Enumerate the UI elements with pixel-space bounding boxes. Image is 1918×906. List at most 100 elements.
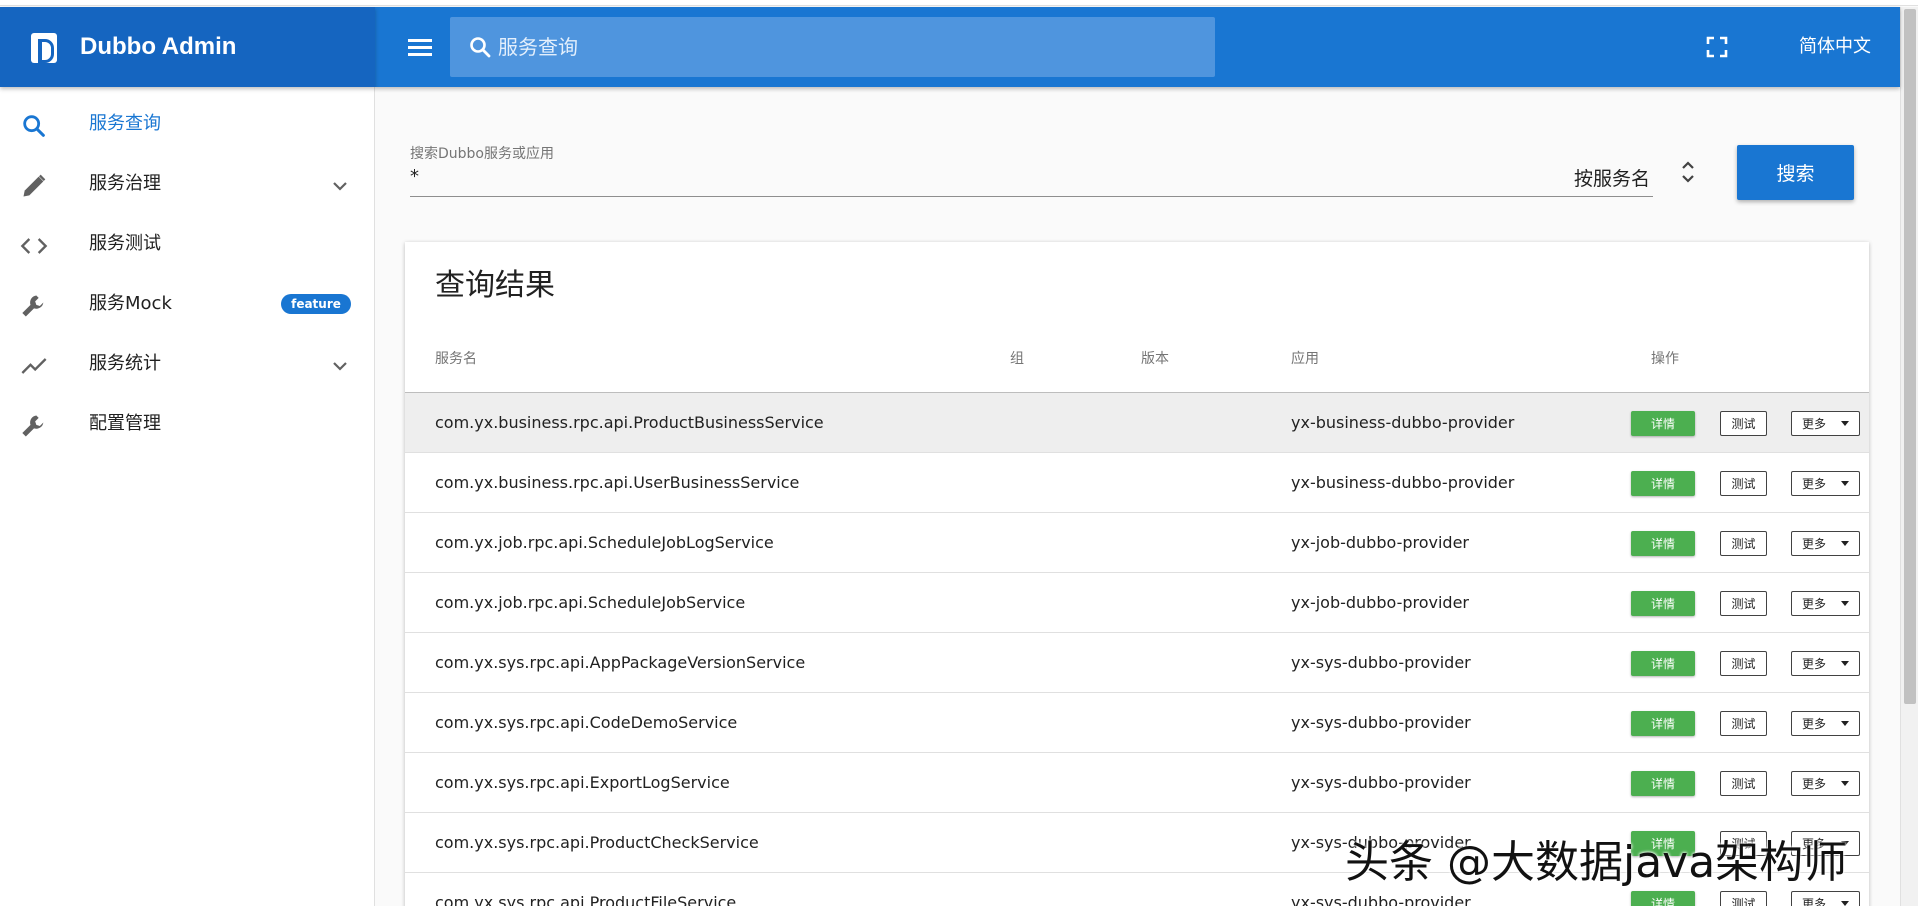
trending-icon	[21, 358, 47, 374]
test-button[interactable]: 测试	[1720, 471, 1767, 496]
app-name-cell: yx-job-dubbo-provider	[1291, 593, 1470, 612]
more-label: 更多	[1802, 657, 1827, 671]
more-dropdown-button[interactable]: 更多	[1791, 531, 1860, 556]
top-toolbar: 简体中文	[375, 7, 1900, 87]
chevron-down-icon[interactable]	[328, 174, 352, 198]
sidebar-item-label: 服务Mock	[89, 293, 172, 314]
test-button[interactable]: 测试	[1720, 651, 1767, 676]
sidebar: 服务查询 服务治理 服务测试 服务Mock feature 服务统计 配置管理	[0, 87, 375, 906]
test-button[interactable]: 测试	[1720, 711, 1767, 736]
column-header-version[interactable]: 版本	[1141, 348, 1169, 368]
caret-down-icon	[1841, 721, 1849, 726]
service-name-cell: com.yx.sys.rpc.api.CodeDemoService	[435, 713, 738, 732]
more-label: 更多	[1802, 537, 1827, 551]
search-button[interactable]: 搜索	[1737, 145, 1854, 200]
caret-down-icon	[1841, 421, 1849, 426]
detail-button[interactable]: 详情	[1631, 591, 1695, 616]
app-name-cell: yx-business-dubbo-provider	[1291, 473, 1515, 492]
dubbo-logo-icon	[31, 33, 57, 63]
search-icon	[23, 115, 45, 137]
test-button[interactable]: 测试	[1720, 891, 1767, 906]
more-dropdown-button[interactable]: 更多	[1791, 651, 1860, 676]
language-selector[interactable]: 简体中文	[1765, 27, 1905, 67]
more-dropdown-button[interactable]: 更多	[1791, 591, 1860, 616]
more-label: 更多	[1802, 417, 1827, 431]
column-header-app[interactable]: 应用	[1291, 348, 1319, 368]
table-row[interactable]: com.yx.business.rpc.api.UserBusinessServ…	[405, 453, 1869, 513]
wrench-icon	[22, 295, 44, 317]
results-title: 查询结果	[435, 268, 555, 303]
more-label: 更多	[1802, 777, 1827, 791]
service-name-cell: com.yx.sys.rpc.api.ExportLogService	[435, 773, 730, 792]
sidebar-item-service-statistics[interactable]: 服务统计	[0, 334, 375, 394]
top-search-input[interactable]	[498, 27, 1198, 67]
wrench-icon	[22, 415, 44, 437]
search-field-label: 搜索Dubbo服务或应用	[410, 146, 554, 162]
service-name-cell: com.yx.business.rpc.api.ProductBusinessS…	[435, 413, 824, 432]
column-header-service[interactable]: 服务名	[435, 348, 477, 368]
test-button[interactable]: 测试	[1720, 771, 1767, 796]
more-dropdown-button[interactable]: 更多	[1791, 471, 1860, 496]
service-name-cell: com.yx.sys.rpc.api.ProductCheckService	[435, 833, 759, 852]
brand-header: Dubbo Admin	[0, 7, 375, 87]
pencil-icon	[23, 174, 46, 197]
sidebar-item-label: 服务统计	[89, 353, 161, 374]
table-row[interactable]: com.yx.job.rpc.api.ScheduleJobService yx-…	[405, 573, 1869, 633]
caret-down-icon	[1841, 661, 1849, 666]
more-label: 更多	[1802, 597, 1827, 611]
watermark-text: 头条 @大数据java架构师	[1345, 837, 1848, 888]
app-title: Dubbo Admin	[80, 33, 237, 60]
detail-button[interactable]: 详情	[1631, 411, 1695, 436]
search-type-select[interactable]: 按服务名	[1560, 164, 1650, 191]
sidebar-item-config-management[interactable]: 配置管理	[0, 394, 375, 454]
app-name-cell: yx-sys-dubbo-provider	[1291, 713, 1471, 732]
search-input[interactable]: *	[410, 166, 419, 187]
sidebar-item-label: 服务测试	[89, 233, 161, 254]
service-name-cell: com.yx.job.rpc.api.ScheduleJobLogService	[435, 533, 774, 552]
detail-button[interactable]: 详情	[1631, 771, 1695, 796]
test-button[interactable]: 测试	[1720, 591, 1767, 616]
column-header-group[interactable]: 组	[1010, 348, 1024, 368]
app-name-cell: yx-business-dubbo-provider	[1291, 413, 1515, 432]
sidebar-item-service-governance[interactable]: 服务治理	[0, 154, 375, 214]
chevron-down-icon[interactable]	[328, 354, 352, 378]
test-button[interactable]: 测试	[1720, 531, 1767, 556]
detail-button[interactable]: 详情	[1631, 891, 1695, 906]
sort-arrows-icon[interactable]	[1676, 158, 1700, 186]
table-row[interactable]: com.yx.business.rpc.api.ProductBusinessS…	[405, 393, 1869, 453]
table-row[interactable]: com.yx.sys.rpc.api.ExportLogService yx-sy…	[405, 753, 1869, 813]
table-row[interactable]: com.yx.sys.rpc.api.AppPackageVersionServ…	[405, 633, 1869, 693]
search-field-underline	[410, 196, 1653, 197]
sidebar-item-service-query[interactable]: 服务查询	[0, 94, 375, 154]
sidebar-item-label: 配置管理	[89, 413, 161, 434]
more-dropdown-button[interactable]: 更多	[1791, 711, 1860, 736]
feature-badge: feature	[281, 294, 351, 314]
test-button[interactable]: 测试	[1720, 411, 1767, 436]
service-name-cell: com.yx.sys.rpc.api.AppPackageVersionServ…	[435, 653, 806, 672]
table-row[interactable]: com.yx.sys.rpc.api.CodeDemoService yx-sys…	[405, 693, 1869, 753]
detail-button[interactable]: 详情	[1631, 711, 1695, 736]
app-name-cell: yx-sys-dubbo-provider	[1291, 653, 1471, 672]
service-name-cell: com.yx.job.rpc.api.ScheduleJobService	[435, 593, 746, 612]
more-label: 更多	[1802, 897, 1827, 906]
sidebar-item-service-test[interactable]: 服务测试	[0, 214, 375, 274]
sidebar-item-label: 服务治理	[89, 173, 161, 194]
more-dropdown-button[interactable]: 更多	[1791, 411, 1860, 436]
top-search-box[interactable]	[450, 17, 1215, 77]
detail-button[interactable]: 详情	[1631, 651, 1695, 676]
sidebar-item-service-mock[interactable]: 服务Mock feature	[0, 274, 375, 334]
service-name-cell: com.yx.business.rpc.api.UserBusinessServ…	[435, 473, 800, 492]
detail-button[interactable]: 详情	[1631, 531, 1695, 556]
code-icon	[20, 238, 48, 254]
column-header-actions: 操作	[1651, 351, 1679, 367]
app-name-cell: yx-job-dubbo-provider	[1291, 533, 1470, 552]
caret-down-icon	[1841, 541, 1849, 546]
table-row[interactable]: com.yx.job.rpc.api.ScheduleJobLogService…	[405, 513, 1869, 573]
page-scrollbar[interactable]	[1900, 7, 1918, 906]
menu-icon[interactable]	[405, 32, 435, 62]
scrollbar-thumb[interactable]	[1904, 9, 1916, 704]
fullscreen-icon[interactable]	[1705, 35, 1729, 59]
detail-button[interactable]: 详情	[1631, 471, 1695, 496]
more-dropdown-button[interactable]: 更多	[1791, 771, 1860, 796]
more-dropdown-button[interactable]: 更多	[1791, 891, 1860, 906]
